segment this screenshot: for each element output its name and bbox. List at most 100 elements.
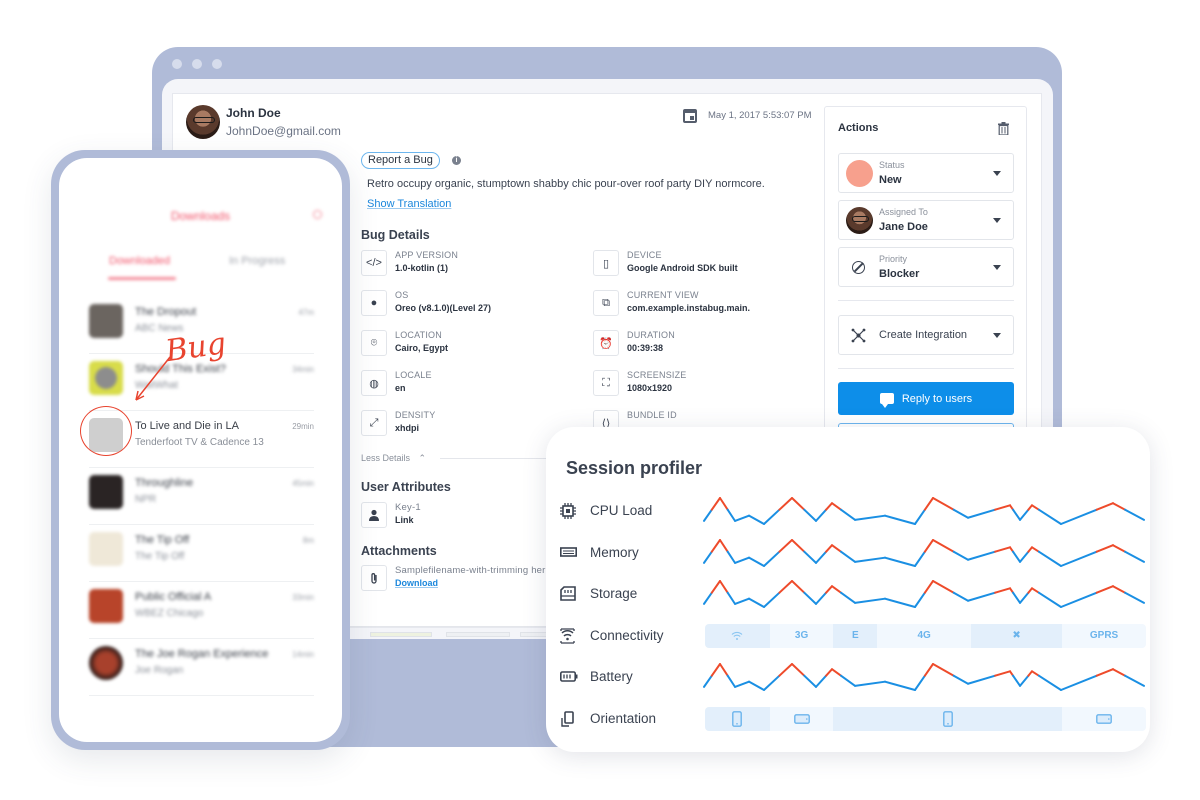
blocker-icon xyxy=(852,261,865,274)
thumbnail[interactable] xyxy=(370,632,432,637)
sparkline-segment xyxy=(734,514,750,522)
sparkline-segment xyxy=(1112,668,1127,677)
timeline-segment[interactable]: 4G xyxy=(877,623,971,648)
create-integration-label: Create Integration xyxy=(879,329,968,341)
window-dot-minimize[interactable] xyxy=(192,59,202,69)
current-view-icon: ⧉ xyxy=(593,290,619,316)
sparkline-segment xyxy=(839,508,856,521)
sparkline-segment xyxy=(932,580,955,594)
chevron-up-icon: ⌃ xyxy=(418,453,427,463)
download-list-item[interactable]: The Joe Rogan Experience Joe Rogan 14min xyxy=(89,640,314,696)
sparkline-segment xyxy=(1037,508,1062,525)
timeline-segment[interactable] xyxy=(705,706,770,731)
tab-downloaded[interactable]: Downloaded xyxy=(109,255,170,267)
sparkline-segment xyxy=(914,508,926,525)
calendar-icon xyxy=(683,109,697,123)
reply-to-users-button[interactable]: Reply to users xyxy=(838,382,1014,415)
sparkline-segment xyxy=(791,497,806,511)
thumbnail[interactable] xyxy=(446,632,510,637)
sparkline-segment xyxy=(1031,670,1040,677)
sparkline-chart xyxy=(703,663,1145,691)
download-list-item[interactable]: Public Official A WBEZ Chicago 33min xyxy=(89,583,314,639)
attachment-item: Samplefilename-with-trimming her Downloa… xyxy=(361,565,547,595)
timeline-segment[interactable] xyxy=(769,706,834,731)
profiler-row-label: Memory xyxy=(590,544,639,560)
create-integration-select[interactable]: Create Integration xyxy=(838,315,1014,355)
podcast-title: Public Official A xyxy=(135,591,212,603)
detail-value: 00:39:38 xyxy=(627,343,664,353)
sparkline-segment xyxy=(923,497,934,511)
attachment-thumbnails xyxy=(348,626,548,637)
info-icon[interactable]: i xyxy=(452,156,461,165)
sparkline-segment xyxy=(734,597,750,605)
timeline-segment[interactable] xyxy=(833,706,1063,731)
sparkline-segment xyxy=(726,508,736,522)
detail-label: LOCATION xyxy=(395,330,442,340)
sparkline-segment xyxy=(803,674,817,688)
sparkline-segment xyxy=(1037,550,1062,567)
sparkline-segment xyxy=(923,580,934,594)
status-select[interactable]: Status New xyxy=(838,153,1014,193)
sparkline-segment xyxy=(803,550,817,564)
download-list-item[interactable]: Throughline NPR 45min xyxy=(89,469,314,525)
sparkline-segment xyxy=(884,556,916,567)
download-list-item[interactable]: The Tip Off The Tip Off 8m xyxy=(89,526,314,582)
sparkline-segment xyxy=(734,680,750,688)
attachment-filename: Samplefilename-with-trimming her xyxy=(395,565,546,576)
priority-select[interactable]: Priority Blocker xyxy=(838,247,1014,287)
detail-label: DENSITY xyxy=(395,410,436,420)
portrait-icon xyxy=(942,710,953,727)
sparkline-segment xyxy=(719,663,729,677)
sparkline-segment xyxy=(854,597,886,604)
detail-value: Cairo, Egypt xyxy=(395,343,449,353)
sparkline-segment xyxy=(952,591,969,602)
podcast-duration: 14min xyxy=(292,650,314,659)
timeline-segment[interactable] xyxy=(1062,706,1146,731)
sparkline-segment xyxy=(1060,550,1098,567)
timeline-segment[interactable] xyxy=(705,623,770,648)
sparkline-segment xyxy=(825,502,833,511)
assignee-select[interactable]: Assigned To Jane Doe xyxy=(838,200,1014,240)
less-details-toggle[interactable]: Less Details ⌃ xyxy=(361,453,426,464)
timeline-segment[interactable]: E xyxy=(833,623,878,648)
category-badge[interactable]: Report a Bug xyxy=(361,152,440,169)
sparkline-segment xyxy=(994,545,1011,553)
podcast-duration: 45min xyxy=(292,479,314,488)
divider xyxy=(838,300,1014,301)
sparkline-segment xyxy=(778,663,793,677)
profiler-row-storage: Storage xyxy=(560,580,1145,608)
window-dot-maximize[interactable] xyxy=(212,59,222,69)
sparkline-segment xyxy=(967,508,997,519)
search-icon[interactable] xyxy=(313,210,322,219)
thumbnail[interactable] xyxy=(520,632,548,637)
sparkline-segment xyxy=(914,591,926,608)
timeline-segment[interactable]: ✖ xyxy=(970,623,1063,648)
sparkline-segment xyxy=(763,508,781,525)
timeline-segment[interactable]: GPRS xyxy=(1062,623,1146,648)
podcast-subtitle: Tenderfoot TV & Cadence 13 xyxy=(135,437,264,448)
window-dot-close[interactable] xyxy=(172,59,182,69)
bug-detail-duration: ⏰ DURATION 00:39:38 xyxy=(593,330,823,360)
download-link[interactable]: Download xyxy=(395,578,438,588)
trash-icon[interactable] xyxy=(998,122,1009,135)
podcast-artwork xyxy=(89,475,123,509)
sparkline-segment xyxy=(854,514,886,521)
chat-bubble-icon xyxy=(879,393,894,408)
alarm-clock-icon: ⏰ xyxy=(593,330,619,356)
tab-in-progress[interactable]: In Progress xyxy=(229,255,285,267)
location-icon: ⌾ xyxy=(361,330,387,356)
sparkline-segment xyxy=(884,514,916,525)
sparkline-segment xyxy=(1019,550,1030,563)
assignee-label: Assigned To xyxy=(879,207,928,217)
timeline-segment[interactable]: 3G xyxy=(769,623,834,648)
podcast-artwork xyxy=(89,646,123,680)
show-translation-link[interactable]: Show Translation xyxy=(367,198,451,210)
sparkline-segment xyxy=(831,502,842,511)
density-icon: ⤢ xyxy=(361,410,387,436)
segment-label: E xyxy=(852,630,859,641)
caret-down-icon xyxy=(993,333,1001,338)
sparkline-segment xyxy=(748,680,765,691)
sparkline-segment xyxy=(1124,674,1145,687)
sparkline-segment xyxy=(1124,550,1145,563)
cpu-icon xyxy=(560,503,578,519)
